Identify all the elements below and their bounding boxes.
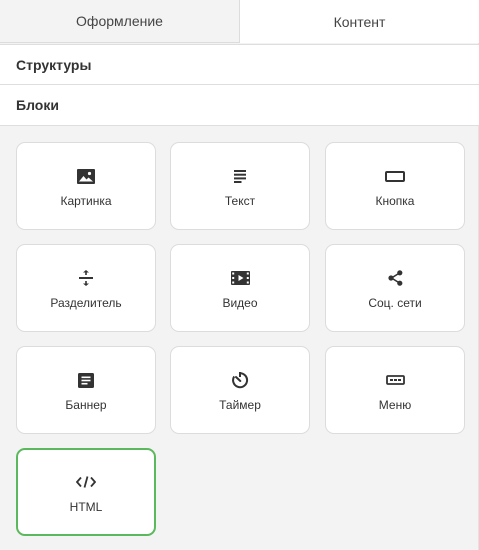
tab-bar: Оформление Контент (0, 0, 479, 43)
video-icon (228, 269, 252, 287)
block-social[interactable]: Соц. сети (325, 244, 465, 332)
block-menu[interactable]: Меню (325, 346, 465, 434)
block-label: Кнопка (375, 194, 415, 208)
section-structures[interactable]: Структуры (0, 44, 479, 85)
block-label: Соц. сети (368, 296, 422, 310)
menu-icon (383, 371, 407, 389)
code-icon (74, 473, 98, 491)
block-label: Баннер (65, 398, 107, 412)
block-label: Меню (378, 398, 412, 412)
button-icon (383, 167, 407, 185)
block-image[interactable]: Картинка (16, 142, 156, 230)
timer-icon (228, 371, 252, 389)
block-label: Видео (222, 296, 258, 310)
block-video[interactable]: Видео (170, 244, 310, 332)
block-text[interactable]: Текст (170, 142, 310, 230)
block-label: Разделитель (50, 296, 122, 310)
divider-icon (74, 269, 98, 287)
text-lines-icon (228, 167, 252, 185)
section-blocks[interactable]: Блоки (0, 85, 479, 126)
block-banner[interactable]: Баннер (16, 346, 156, 434)
share-icon (383, 269, 407, 287)
block-html[interactable]: HTML (16, 448, 156, 536)
banner-icon (74, 371, 98, 389)
block-label: Текст (224, 194, 256, 208)
block-label: Картинка (60, 194, 112, 208)
content-panel: Оформление Контент Структуры Блоки Карти… (0, 0, 479, 550)
tab-content[interactable]: Контент (240, 0, 479, 43)
image-icon (74, 167, 98, 185)
tab-design[interactable]: Оформление (0, 0, 240, 43)
block-label: HTML (69, 500, 103, 514)
block-timer[interactable]: Таймер (170, 346, 310, 434)
block-label: Таймер (219, 398, 261, 412)
block-button[interactable]: Кнопка (325, 142, 465, 230)
block-divider[interactable]: Разделитель (16, 244, 156, 332)
